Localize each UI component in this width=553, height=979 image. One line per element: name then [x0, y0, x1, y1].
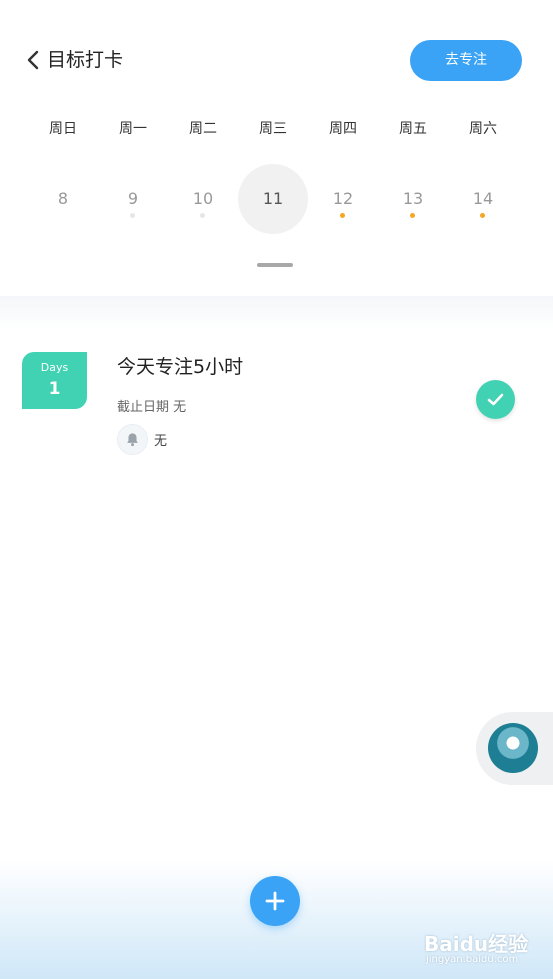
- date-cell[interactable]: 10: [168, 164, 238, 234]
- date-number: 10: [192, 189, 214, 208]
- watermark-url: jingyan.baidu.com: [426, 954, 519, 965]
- weekday-label: 周日: [49, 121, 77, 137]
- record-dot: [130, 213, 135, 218]
- floating-assistant[interactable]: [476, 712, 553, 785]
- record-dot: [340, 213, 345, 218]
- weekday-label: 周一: [119, 121, 147, 137]
- expand-handle[interactable]: [257, 263, 293, 267]
- weekday-label: 周二: [189, 121, 217, 137]
- date-cell[interactable]: 13: [378, 164, 448, 234]
- page-title: 目标打卡: [47, 49, 124, 71]
- date-cell[interactable]: 14: [448, 164, 518, 234]
- watermark-logo: Baidu经验: [424, 932, 529, 956]
- days-label: Days: [40, 361, 69, 374]
- add-goal-button[interactable]: [250, 876, 300, 926]
- record-dot: [480, 213, 485, 218]
- chevron-left-icon[interactable]: [24, 49, 44, 71]
- go-focus-button[interactable]: 去专注: [410, 40, 522, 81]
- weekday-label: 周四: [329, 121, 357, 137]
- weekday-label: 周三: [259, 121, 287, 137]
- bell-icon: [117, 424, 148, 455]
- check-in-button[interactable]: [476, 380, 515, 419]
- watermark: Baidu经验 jingyan.baidu.com: [424, 928, 529, 970]
- date-cell[interactable]: 9: [98, 164, 168, 234]
- date-cell-selected[interactable]: 11: [238, 164, 308, 234]
- section-divider: [0, 296, 553, 330]
- date-number: 9: [127, 189, 139, 208]
- date-cell[interactable]: 12: [308, 164, 378, 234]
- assistant-avatar[interactable]: [488, 723, 538, 773]
- reminder-value: 无: [154, 434, 168, 449]
- plus-icon: [265, 891, 285, 911]
- date-number: 11: [238, 164, 308, 234]
- checkmark-icon: [487, 393, 504, 406]
- date-number: 12: [332, 189, 354, 208]
- date-number: 8: [57, 189, 69, 208]
- record-dot: [200, 213, 205, 218]
- weekday-label: 周六: [469, 121, 497, 137]
- header-area: 目标打卡 去专注 周日 周一 周二 周三 周四 周五 周六 8 9 10 11 …: [0, 0, 553, 296]
- date-cell[interactable]: 8: [28, 164, 98, 234]
- weekday-header: 周日 周一 周二 周三 周四 周五 周六: [28, 118, 518, 138]
- task-title[interactable]: 今天专注5小时: [117, 352, 243, 379]
- week-dates: 8 9 10 11 12 13 14: [28, 164, 518, 234]
- record-dot: [410, 213, 415, 218]
- days-count: 1: [48, 379, 61, 399]
- task-deadline: 截止日期 无: [117, 400, 187, 415]
- weekday-label: 周五: [399, 121, 427, 137]
- date-number: 14: [472, 189, 494, 208]
- days-badge: Days 1: [22, 352, 87, 409]
- date-number: 13: [402, 189, 424, 208]
